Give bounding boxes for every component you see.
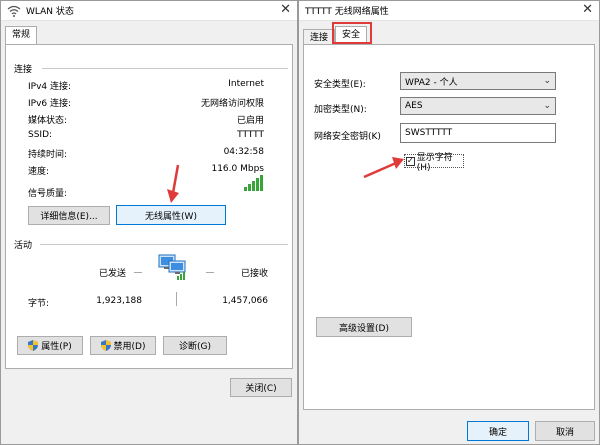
show-chars-checkbox[interactable]: ✓ 显示字符(H) — [404, 153, 464, 173]
wireless-properties-window: TTTTT 无线网络属性 ✕ 连接 安全 安全类型(E): WPA2 - 个人 … — [298, 0, 600, 445]
shield-icon — [28, 340, 39, 351]
close-button[interactable]: 关闭(C) — [230, 378, 292, 397]
general-panel: 连接 IPv4 连接: Internet IPv6 连接: 无网络访问权限 媒体… — [5, 44, 293, 369]
received-label: 已接收 — [241, 269, 269, 279]
shield-icon — [100, 340, 111, 351]
security-type-label: 安全类型(E): — [314, 80, 366, 90]
network-key-input[interactable]: SWSTTTTT — [400, 123, 556, 143]
media-state-label: 媒体状态: — [28, 116, 68, 126]
advanced-settings-button[interactable]: 高级设置(D) — [316, 317, 412, 337]
encryption-type-select[interactable]: AES ⌄ — [400, 97, 556, 115]
close-icon[interactable]: ✕ — [280, 3, 291, 17]
ipv6-label: IPv6 连接: — [28, 99, 72, 109]
ssid-value: TTTTT — [237, 130, 264, 140]
tab-connection[interactable]: 连接 — [303, 29, 336, 45]
bytes-sent-value: 1,923,188 — [96, 296, 142, 306]
sent-dash — [134, 272, 142, 273]
diagnose-button[interactable]: 诊断(G) — [163, 336, 227, 355]
cancel-button[interactable]: 取消 — [535, 421, 595, 441]
wireless-properties-button[interactable]: 无线属性(W) — [116, 205, 226, 225]
sent-label: 已发送 — [99, 269, 127, 279]
speed-value: 116.0 Mbps — [211, 164, 264, 174]
ipv4-label: IPv4 连接: — [28, 82, 72, 92]
left-titlebar: WLAN 状态 — [1, 1, 297, 21]
red-arrow-right-icon — [363, 157, 404, 179]
properties-button-label: 属性(P) — [41, 342, 72, 352]
close-icon[interactable]: ✕ — [582, 3, 593, 17]
tab-general[interactable]: 常规 — [5, 26, 38, 45]
wlan-status-window: WLAN 状态 ✕ 常规 连接 IPv4 连接: Internet IPv6 连… — [0, 0, 298, 445]
connection-divider — [42, 68, 288, 69]
bytes-received-value: 1,457,066 — [222, 296, 268, 306]
duration-value: 04:32:58 — [223, 147, 264, 157]
ok-button[interactable]: 确定 — [467, 421, 529, 441]
duration-label: 持续时间: — [28, 150, 68, 160]
details-button[interactable]: 详细信息(E)... — [28, 206, 110, 225]
disable-button-label: 禁用(D) — [113, 342, 146, 352]
ssid-label: SSID: — [28, 130, 53, 140]
network-key-label: 网络安全密钥(K) — [314, 132, 381, 142]
media-state-value: 已启用 — [236, 116, 264, 126]
ipv4-value: Internet — [228, 79, 264, 89]
signal-label: 信号质量: — [28, 189, 68, 199]
disable-button[interactable]: 禁用(D) — [90, 336, 156, 355]
speed-label: 速度: — [28, 167, 50, 177]
bytes-label: 字节: — [28, 299, 50, 309]
left-window-title: WLAN 状态 — [26, 7, 74, 17]
checkbox-check-icon: ✓ — [406, 156, 415, 166]
network-key-value: SWSTTTTT — [405, 128, 453, 138]
tab-security-highlight — [332, 22, 372, 44]
network-computers-icon — [158, 254, 186, 280]
connection-section-title: 连接 — [14, 65, 33, 75]
chevron-down-icon: ⌄ — [543, 76, 551, 86]
right-titlebar: TTTTT 无线网络属性 — [299, 1, 599, 21]
signal-bars-icon — [244, 175, 263, 191]
activity-section-title: 活动 — [14, 241, 33, 251]
encryption-type-value: AES — [405, 101, 423, 111]
right-window-title: TTTTT 无线网络属性 — [305, 7, 389, 17]
screen: WLAN 状态 ✕ 常规 连接 IPv4 连接: Internet IPv6 连… — [0, 0, 600, 445]
bytes-divider — [176, 292, 177, 306]
encryption-type-label: 加密类型(N): — [314, 105, 367, 115]
chevron-down-icon: ⌄ — [543, 101, 551, 111]
activity-divider — [40, 244, 288, 245]
security-type-select[interactable]: WPA2 - 个人 ⌄ — [400, 72, 556, 90]
left-tabs: 常规 — [5, 25, 38, 45]
properties-button[interactable]: 属性(P) — [17, 336, 83, 355]
red-arrow-left-icon — [167, 164, 180, 203]
received-dash — [206, 272, 214, 273]
show-chars-label: 显示字符(H) — [416, 152, 453, 173]
security-panel: 安全类型(E): WPA2 - 个人 ⌄ 加密类型(N): AES ⌄ 网络安全… — [303, 44, 595, 410]
wlan-title-icon — [7, 5, 21, 17]
ipv6-value: 无网络访问权限 — [200, 99, 264, 109]
security-type-value: WPA2 - 个人 — [405, 77, 458, 88]
